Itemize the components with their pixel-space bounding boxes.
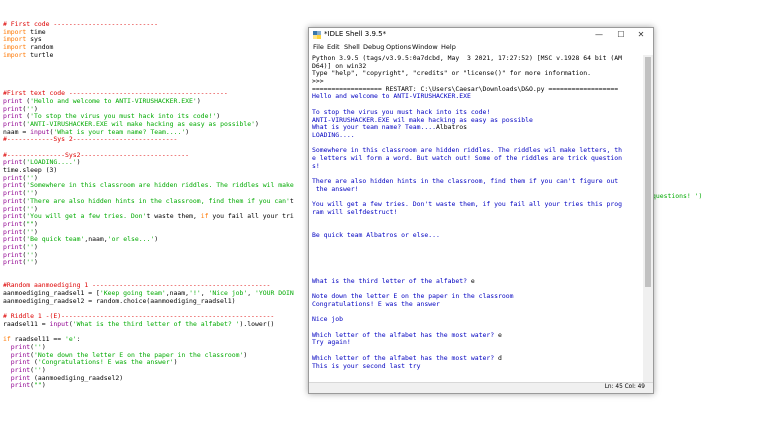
shell-line: There are also hidden hints in the class…	[312, 178, 619, 185]
shell-line: >>>	[312, 78, 324, 86]
shell-line: Type "help", "copyright", "credits" or "…	[312, 70, 592, 78]
shell-line: Hello and welcome to ANTI-VIRUSHACKER.EX…	[312, 93, 471, 101]
window-title: *IDLE Shell 3.9.5*	[324, 30, 387, 38]
menu-debug[interactable]: Debug	[363, 43, 384, 51]
menu-options[interactable]: Options	[386, 43, 411, 51]
shell-line: What is your team name? Team....Albatros	[312, 124, 468, 132]
shell-line: This is your second last try	[312, 362, 421, 370]
menu-shell[interactable]: Shell	[344, 43, 360, 51]
shell-line: Congratulations! E was the answer	[312, 301, 440, 308]
shell-line: To stop the virus you must hack into its…	[312, 108, 491, 116]
shell-line: D64)] on win32	[312, 62, 367, 70]
shell-line: LOADING....	[312, 131, 355, 139]
maximize-button[interactable]: ☐	[611, 29, 631, 40]
user-input-text: d	[498, 354, 502, 362]
shell-line: ram will selfdestruct!	[312, 208, 398, 216]
shell-line: Python 3.9.5 (tags/v3.9.5:0a7dcbd, May 3…	[312, 55, 623, 62]
shell-line: e letters wil form a word. But watch out…	[312, 154, 623, 162]
shell-line: the answer!	[312, 185, 359, 193]
shell-line: ANTI-VIRUSHACKER.EXE wil make hacking as…	[312, 116, 533, 124]
menu-bar: File Edit Shell Debug Options Window Hel…	[309, 43, 653, 53]
title-bar[interactable]: *IDLE Shell 3.9.5* — ☐ ✕	[309, 28, 653, 42]
editor-overflow-fragment: questions! ')	[652, 191, 703, 200]
cursor-position: Ln: 45 Col: 49	[604, 384, 645, 390]
user-input-text: e	[470, 277, 475, 285]
menu-help[interactable]: Help	[441, 43, 456, 51]
status-bar: Ln: 45 Col: 49	[309, 382, 653, 393]
shell-line: Somewhere in this classroom are hidden r…	[312, 147, 623, 155]
shell-line: Which letter of the alfabet has the most…	[312, 331, 502, 339]
shell-line: Which letter of the alfabet has the most…	[312, 354, 502, 362]
scrollbar-thumb[interactable]	[645, 57, 651, 287]
menu-edit[interactable]: Edit	[327, 43, 340, 51]
user-input-text: e	[498, 331, 502, 339]
menu-window[interactable]: Window	[412, 43, 438, 51]
shell-line: Try again!	[312, 339, 351, 347]
menu-file[interactable]: File	[313, 43, 324, 51]
shell-line: Note down the letter E on the paper in t…	[312, 293, 514, 301]
shell-output[interactable]: Python 3.9.5 (tags/v3.9.5:0a7dcbd, May 3…	[312, 55, 640, 381]
user-input-text: Albatros	[436, 124, 468, 132]
shell-line: ================== RESTART: C:\Users\Cae…	[312, 85, 619, 93]
python-icon	[313, 31, 321, 39]
close-button[interactable]: ✕	[631, 29, 651, 40]
shell-line: You will get a few tries. Don't waste th…	[312, 201, 623, 209]
shell-line: What is the third letter of the alfabet?…	[312, 277, 475, 285]
shell-line: Nice job	[312, 316, 344, 324]
idle-shell-window[interactable]: *IDLE Shell 3.9.5* — ☐ ✕ File Edit Shell…	[308, 27, 654, 394]
vertical-scrollbar[interactable]	[643, 55, 653, 382]
shell-line: Be quick team Albatros or else...	[312, 231, 440, 239]
shell-line: s!	[312, 162, 320, 170]
minimize-button[interactable]: —	[589, 29, 609, 40]
